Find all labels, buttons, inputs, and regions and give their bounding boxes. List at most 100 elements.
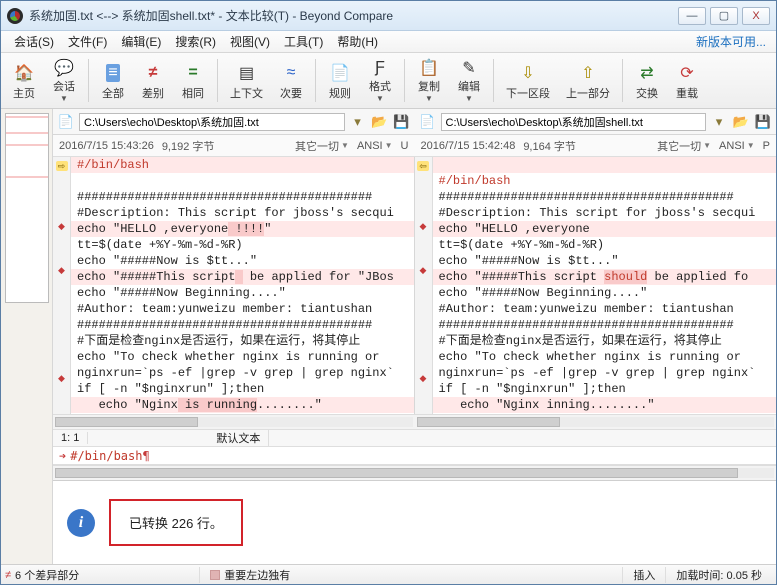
info-icon: i	[67, 509, 95, 537]
open-folder-icon[interactable]: 📂	[371, 113, 389, 131]
code-line[interactable]: ########################################…	[433, 189, 777, 205]
tb-rules[interactable]: 📄规则	[321, 55, 359, 106]
copy-icon: 📋	[417, 58, 441, 78]
right-hscrollbar[interactable]	[415, 414, 777, 429]
left-editor[interactable]: #/bin/bash #############################…	[71, 157, 414, 414]
status-bar: ≠ 6 个差异部分 重要左边独有 插入 加载时间: 0.05 秒	[1, 564, 776, 584]
dropdown-icon[interactable]: ▾	[710, 113, 728, 131]
code-line[interactable]: #下面是检查nginx是否运行，如果在运行，将其停止	[433, 333, 777, 349]
code-line[interactable]: if [ -n "$nginxrun" ];then	[433, 381, 777, 397]
right-path-input[interactable]	[441, 113, 707, 131]
tb-reload[interactable]: ⟳重载	[668, 55, 706, 106]
code-line[interactable]: echo "To check whether nginx is running …	[433, 349, 777, 365]
app-icon	[7, 8, 23, 24]
tb-edit[interactable]: ✎编辑▼	[450, 55, 488, 106]
code-line[interactable]: #Author: team:yunweizu member: tiantusha…	[433, 301, 777, 317]
open-folder-icon[interactable]: 📂	[732, 113, 750, 131]
code-line[interactable]: echo "HELLO ,everyone	[433, 221, 777, 237]
code-line[interactable]: #Author: team:yunweizu member: tiantusha…	[71, 301, 414, 317]
menu-help[interactable]: 帮助(H)	[330, 31, 385, 52]
tb-format[interactable]: Ƒ格式▼	[361, 55, 399, 106]
tb-prev-section[interactable]: ⇧上一部分	[559, 55, 617, 106]
rules-icon: 📄	[328, 61, 352, 85]
tb-swap[interactable]: ⇄交换	[628, 55, 666, 106]
marker-icon: ◆	[417, 373, 429, 383]
code-line[interactable]	[433, 157, 777, 173]
code-line[interactable]: echo "#####Now is $tt..."	[433, 253, 777, 269]
code-line[interactable]: echo "Now to stop nginx"	[71, 413, 414, 414]
tb-home[interactable]: 🏠主页	[5, 55, 43, 106]
left-date: 2016/7/15 15:43:26	[59, 140, 154, 152]
all-icon: ≡	[101, 61, 125, 85]
code-line[interactable]: echo "HELLO ,everyone !!!!"	[71, 221, 414, 237]
sessions-icon: 💬	[52, 58, 76, 78]
update-link[interactable]: 新版本可用...	[696, 33, 766, 50]
code-line[interactable]: echo "Now to stop nginx"	[433, 413, 777, 414]
code-line[interactable]: tt=$(date +%Y-%m-%d-%R)	[433, 237, 777, 253]
left-path-input[interactable]	[79, 113, 345, 131]
menu-file[interactable]: 文件(F)	[61, 31, 114, 52]
code-line[interactable]: ########################################…	[433, 317, 777, 333]
close-button[interactable]: X	[742, 7, 770, 25]
code-line[interactable]: echo "To check whether nginx is running …	[71, 349, 414, 365]
menu-session[interactable]: 会话(S)	[7, 31, 61, 52]
left-hscrollbar[interactable]	[53, 414, 415, 429]
tb-next-section[interactable]: ⇩下一区段	[499, 55, 557, 106]
left-filter-dropdown[interactable]: 其它一切▼	[295, 138, 349, 154]
code-line[interactable]: tt=$(date +%Y-%m-%d-%R)	[71, 237, 414, 253]
tb-context[interactable]: ▤上下文	[223, 55, 270, 106]
dropdown-icon[interactable]: ▾	[349, 113, 367, 131]
overview-gutter	[1, 109, 53, 564]
code-line[interactable]: echo "#####This script should be applied…	[433, 269, 777, 285]
menu-view[interactable]: 视图(V)	[223, 31, 277, 52]
tb-diffs[interactable]: ≠差别	[134, 55, 172, 106]
code-line[interactable]: echo "Nginx is running........"	[71, 397, 414, 413]
right-enc-dropdown[interactable]: ANSI▼	[719, 140, 755, 152]
code-line[interactable]: ########################################…	[71, 317, 414, 333]
code-line[interactable]: nginxrun=`ps -ef |grep -v grep | grep ng…	[433, 365, 777, 381]
reload-icon: ⟳	[675, 61, 699, 85]
right-path-bar: 📄 ▾ 📂 💾	[415, 109, 777, 135]
status-left-only: 重要左边独有	[224, 567, 290, 583]
maximize-button[interactable]: ▢	[710, 7, 738, 25]
code-line[interactable]: #下面是检查nginx是否运行，如果在运行，将其停止	[71, 333, 414, 349]
code-line[interactable]: #/bin/bash	[71, 157, 414, 173]
right-date: 2016/7/15 15:42:48	[421, 140, 516, 152]
code-line[interactable]: echo "#####This script be applied for "J…	[71, 269, 414, 285]
tb-all[interactable]: ≡全部	[94, 55, 132, 106]
code-line[interactable]: echo "#####Now Beginning...."	[71, 285, 414, 301]
code-line[interactable]: if [ -n "$nginxrun" ];then	[71, 381, 414, 397]
menu-edit[interactable]: 编辑(E)	[114, 31, 168, 52]
tb-sessions[interactable]: 💬会话▼	[45, 55, 83, 106]
code-line[interactable]	[71, 173, 414, 189]
minimize-button[interactable]: —	[678, 7, 706, 25]
right-filter-dropdown[interactable]: 其它一切▼	[657, 138, 711, 154]
code-line[interactable]: echo "#####Now Beginning...."	[433, 285, 777, 301]
tb-same[interactable]: =相同	[174, 55, 212, 106]
code-line[interactable]: #Description: This script for jboss's se…	[433, 205, 777, 221]
menu-tools[interactable]: 工具(T)	[277, 31, 330, 52]
code-line[interactable]: #Description: This script for jboss's se…	[71, 205, 414, 221]
code-line[interactable]: nginxrun=`ps -ef |grep -v grep | grep ng…	[71, 365, 414, 381]
tb-copy[interactable]: 📋复制▼	[410, 55, 448, 106]
right-editor[interactable]: #/bin/bash##############################…	[433, 157, 777, 414]
save-icon[interactable]: 💾	[393, 113, 411, 131]
right-info-bar: 2016/7/15 15:42:48 9,164 字节 其它一切▼ ANSI▼ …	[415, 135, 777, 157]
code-line[interactable]: ########################################…	[71, 189, 414, 205]
status-mode: 插入	[622, 567, 665, 583]
syntax-mode: 默认文本	[208, 430, 269, 446]
code-line[interactable]: echo "Nginx inning........"	[433, 397, 777, 413]
tb-minor[interactable]: ≈次要	[272, 55, 310, 106]
code-line[interactable]: #/bin/bash	[433, 173, 777, 189]
marker-icon: ⇨	[56, 161, 68, 171]
minor-icon: ≈	[279, 61, 303, 85]
left-info-bar: 2016/7/15 15:43:26 9,192 字节 其它一切▼ ANSI▼ …	[53, 135, 415, 157]
code-line[interactable]: echo "#####Now is $tt..."	[71, 253, 414, 269]
selline-hscrollbar[interactable]	[53, 465, 776, 480]
menu-bar: 会话(S) 文件(F) 编辑(E) 搜索(R) 视图(V) 工具(T) 帮助(H…	[1, 31, 776, 53]
left-enc-dropdown[interactable]: ANSI▼	[357, 140, 393, 152]
log-message: 已转换 226 行。	[109, 499, 243, 546]
menu-search[interactable]: 搜索(R)	[168, 31, 223, 52]
save-icon[interactable]: 💾	[754, 113, 772, 131]
overview-map[interactable]	[5, 113, 49, 303]
